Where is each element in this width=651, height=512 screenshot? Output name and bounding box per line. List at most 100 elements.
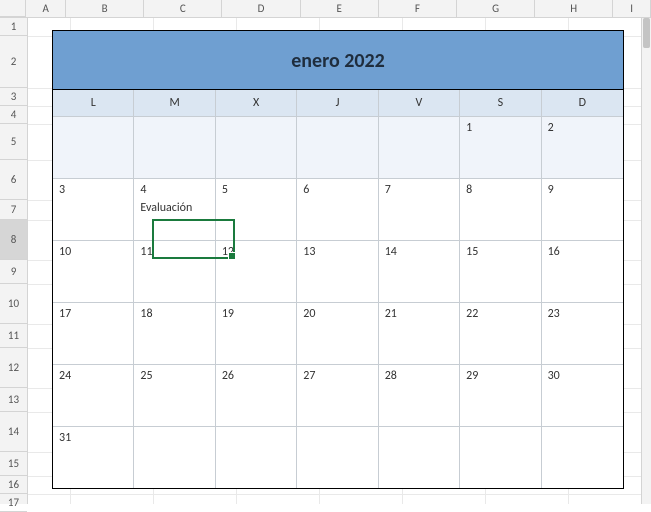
calendar-cell[interactable]: 21 xyxy=(379,302,460,364)
col-header-H[interactable]: H xyxy=(535,0,613,17)
calendar-cell[interactable]: 23 xyxy=(542,302,623,364)
calendar-cell[interactable]: 3 xyxy=(53,178,134,240)
calendar-cell[interactable]: 11 xyxy=(134,240,215,302)
day-number: 31 xyxy=(59,431,71,445)
row-header-14[interactable]: 14 xyxy=(0,412,27,452)
day-number: 28 xyxy=(385,369,397,383)
day-number: 19 xyxy=(222,307,234,321)
calendar-cell[interactable]: 5 xyxy=(216,178,297,240)
vertical-scrollbar[interactable] xyxy=(641,18,651,504)
row-header-8[interactable]: 8 xyxy=(0,220,27,260)
calendar-cell[interactable] xyxy=(134,426,215,488)
day-number: 4 xyxy=(140,183,146,197)
row-header-1[interactable]: 1 xyxy=(0,18,27,36)
calendar-cell[interactable] xyxy=(134,116,215,178)
row-header-17[interactable]: 17 xyxy=(0,494,27,512)
col-header-B[interactable]: B xyxy=(66,0,144,17)
calendar-cell[interactable]: 16 xyxy=(542,240,623,302)
calendar-cell[interactable]: 1 xyxy=(460,116,541,178)
select-all-corner[interactable] xyxy=(0,0,26,17)
row-header-7[interactable]: 7 xyxy=(0,200,27,220)
day-number: 27 xyxy=(303,369,315,383)
calendar-cell[interactable]: 24 xyxy=(53,364,134,426)
row-header-12[interactable]: 12 xyxy=(0,348,27,388)
column-headers: ABCDEFGHI xyxy=(0,0,651,18)
col-header-F[interactable]: F xyxy=(379,0,457,17)
calendar-cell[interactable]: 17 xyxy=(53,302,134,364)
calendar-cell[interactable]: 25 xyxy=(134,364,215,426)
col-header-I[interactable]: I xyxy=(613,0,651,17)
row-header-4[interactable]: 4 xyxy=(0,106,27,124)
calendar-cell[interactable] xyxy=(297,426,378,488)
calendar-cell[interactable] xyxy=(379,426,460,488)
calendar-cell[interactable] xyxy=(379,116,460,178)
dow-L: L xyxy=(53,90,134,116)
calendar-cell[interactable]: 8 xyxy=(460,178,541,240)
day-number: 6 xyxy=(303,183,309,197)
scrollbar-thumb[interactable] xyxy=(643,18,650,48)
calendar-cell[interactable]: 10 xyxy=(53,240,134,302)
day-number: 11 xyxy=(140,245,152,259)
calendar-event: Evaluación xyxy=(140,201,208,215)
day-number: 16 xyxy=(548,245,560,259)
day-number: 23 xyxy=(548,307,560,321)
col-header-D[interactable]: D xyxy=(222,0,300,17)
calendar-cell[interactable]: 28 xyxy=(379,364,460,426)
calendar-cell[interactable] xyxy=(216,116,297,178)
calendar-cell[interactable]: 19 xyxy=(216,302,297,364)
calendar-cell[interactable] xyxy=(460,426,541,488)
row-header-15[interactable]: 15 xyxy=(0,452,27,476)
col-header-G[interactable]: G xyxy=(457,0,535,17)
row-header-11[interactable]: 11 xyxy=(0,324,27,348)
calendar-cell[interactable]: 13 xyxy=(297,240,378,302)
calendar-cell[interactable] xyxy=(297,116,378,178)
calendar-grid: 1234Evaluación56789101112131415161718192… xyxy=(53,116,623,488)
day-number: 25 xyxy=(140,369,152,383)
row-header-6[interactable]: 6 xyxy=(0,160,27,200)
day-number: 10 xyxy=(59,245,71,259)
calendar-cell[interactable]: 26 xyxy=(216,364,297,426)
col-header-C[interactable]: C xyxy=(144,0,222,17)
calendar-cell[interactable]: 9 xyxy=(542,178,623,240)
calendar-cell[interactable]: 6 xyxy=(297,178,378,240)
row-header-10[interactable]: 10 xyxy=(0,284,27,324)
calendar-cell[interactable]: 30 xyxy=(542,364,623,426)
calendar-cell[interactable]: 31 xyxy=(53,426,134,488)
calendar-cell[interactable] xyxy=(53,116,134,178)
row-header-3[interactable]: 3 xyxy=(0,88,27,106)
day-number: 26 xyxy=(222,369,234,383)
row-headers: 1234567891011121314151617 xyxy=(0,18,28,504)
row-header-16[interactable]: 16 xyxy=(0,476,27,494)
calendar-cell[interactable]: 2 xyxy=(542,116,623,178)
day-number: 3 xyxy=(59,183,65,197)
calendar-cell[interactable]: 29 xyxy=(460,364,541,426)
calendar: enero 2022 LMXJVSD 1234Evaluación5678910… xyxy=(52,30,624,489)
calendar-cell[interactable]: 14 xyxy=(379,240,460,302)
calendar-cell[interactable] xyxy=(542,426,623,488)
col-header-A[interactable]: A xyxy=(26,0,66,17)
calendar-cell[interactable]: 7 xyxy=(379,178,460,240)
col-header-E[interactable]: E xyxy=(301,0,379,17)
spreadsheet-grid[interactable]: enero 2022 LMXJVSD 1234Evaluación5678910… xyxy=(28,18,651,504)
calendar-cell[interactable]: 20 xyxy=(297,302,378,364)
calendar-cell[interactable]: 4 Evaluación xyxy=(134,178,215,240)
calendar-cell[interactable]: 27 xyxy=(297,364,378,426)
day-number: 13 xyxy=(303,245,315,259)
row-header-9[interactable]: 9 xyxy=(0,260,27,284)
dow-D: D xyxy=(542,90,623,116)
dow-X: X xyxy=(216,90,297,116)
day-number: 5 xyxy=(222,183,228,197)
day-number: 30 xyxy=(548,369,560,383)
calendar-cell[interactable]: 12 xyxy=(216,240,297,302)
dow-V: V xyxy=(379,90,460,116)
day-number: 15 xyxy=(466,245,478,259)
calendar-cell[interactable] xyxy=(216,426,297,488)
calendar-cell[interactable]: 22 xyxy=(460,302,541,364)
row-header-2[interactable]: 2 xyxy=(0,36,27,88)
row-header-13[interactable]: 13 xyxy=(0,388,27,412)
day-number: 7 xyxy=(385,183,391,197)
calendar-cell[interactable]: 18 xyxy=(134,302,215,364)
calendar-cell[interactable]: 15 xyxy=(460,240,541,302)
day-number: 18 xyxy=(140,307,152,321)
row-header-5[interactable]: 5 xyxy=(0,124,27,160)
